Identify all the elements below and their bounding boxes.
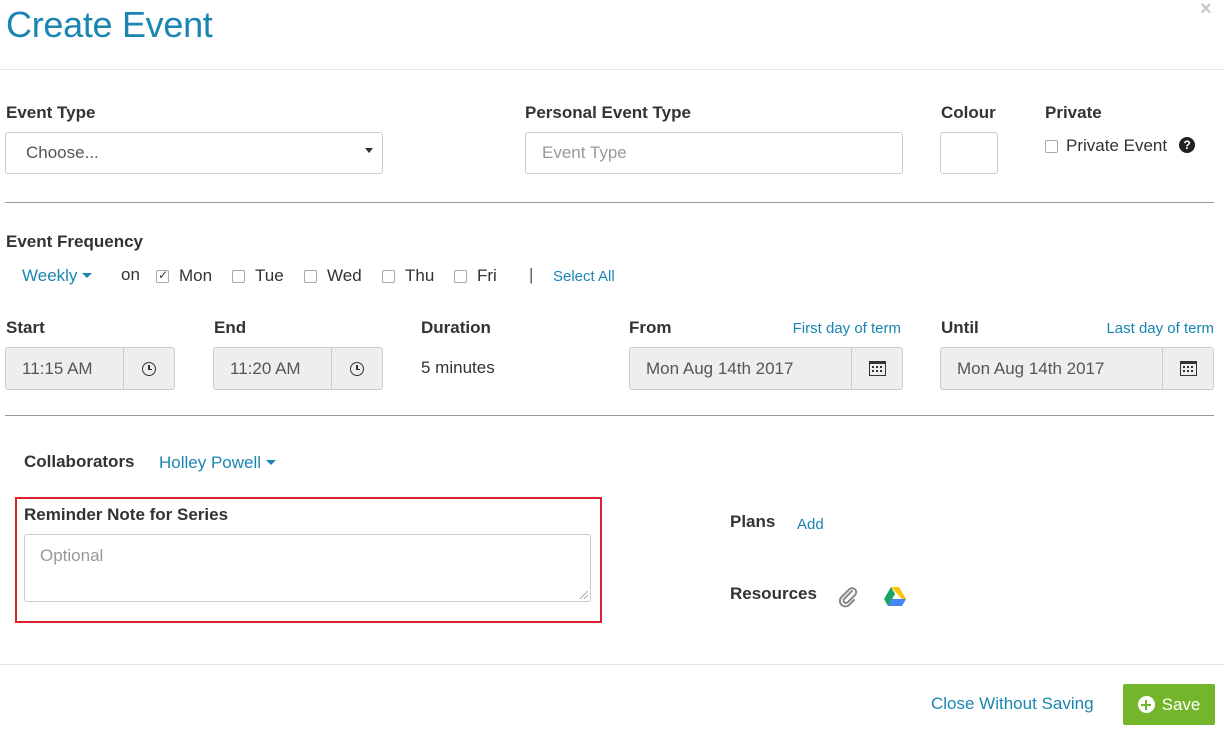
save-label: Save [1161, 694, 1201, 714]
day-checkbox-wed[interactable] [304, 269, 317, 283]
chevron-down-icon [266, 460, 277, 466]
end-time-value: 11:20 AM [230, 358, 301, 378]
from-date-input[interactable]: Mon Aug 14th 2017 [629, 347, 903, 390]
resources-label: Resources [730, 584, 817, 603]
collaborators-dropdown[interactable]: Holley Powell [159, 453, 277, 473]
first-day-of-term-link[interactable]: First day of term [793, 320, 901, 337]
day-option-thu[interactable]: Thu [382, 266, 434, 286]
chevron-down-icon [82, 273, 93, 279]
until-date-input[interactable]: Mon Aug 14th 2017 [940, 347, 1214, 390]
frequency-value: Weekly [22, 266, 78, 285]
frequency-dropdown[interactable]: Weekly [22, 266, 93, 286]
day-label: Tue [255, 266, 284, 285]
day-label: Thu [405, 266, 435, 285]
day-label: Mon [179, 266, 213, 285]
start-label: Start [6, 318, 45, 337]
end-clock-button[interactable] [331, 348, 382, 389]
start-clock-button[interactable] [123, 348, 174, 389]
duration-label: Duration [421, 318, 491, 337]
from-calendar-button[interactable] [851, 348, 902, 389]
reminder-placeholder: Optional [40, 546, 104, 565]
close-without-saving-link[interactable]: Close Without Saving [931, 694, 1094, 714]
day-option-tue[interactable]: Tue [232, 266, 284, 286]
section-divider-2 [5, 415, 1214, 416]
clock-icon [350, 361, 364, 376]
day-checkbox-fri[interactable] [454, 269, 467, 283]
section-divider-1 [5, 202, 1214, 203]
footer-divider [0, 664, 1224, 665]
calendar-icon [868, 361, 886, 376]
private-event-checkbox[interactable] [1045, 139, 1058, 153]
private-event-option: Private Event ? [1045, 136, 1196, 156]
end-time-input[interactable]: 11:20 AM [213, 347, 383, 390]
until-calendar-button[interactable] [1162, 348, 1213, 389]
frequency-separator: | [529, 265, 534, 284]
last-day-of-term-link[interactable]: Last day of term [1106, 320, 1214, 337]
colour-picker[interactable] [940, 132, 998, 174]
personal-event-type-input[interactable]: Event Type [525, 132, 903, 174]
reminder-textarea[interactable]: Optional [24, 534, 591, 602]
header-divider [0, 69, 1224, 70]
page-title: Create Event [6, 4, 213, 45]
private-label: Private [1045, 103, 1102, 122]
day-checkbox-tue[interactable] [232, 269, 245, 283]
until-label: Until [941, 318, 979, 337]
day-checkbox-mon[interactable] [156, 268, 169, 283]
event-type-value: Choose... [26, 143, 99, 162]
day-label: Fri [477, 266, 497, 285]
calendar-icon [1179, 361, 1197, 376]
close-icon[interactable]: × [1200, 0, 1212, 21]
chevron-down-icon [365, 148, 373, 153]
from-label: From [629, 318, 672, 337]
google-drive-icon[interactable] [884, 587, 906, 611]
paperclip-icon[interactable] [837, 586, 859, 613]
personal-event-type-label: Personal Event Type [525, 103, 691, 122]
day-option-mon[interactable]: Mon [156, 266, 212, 286]
day-checkbox-thu[interactable] [382, 269, 395, 283]
start-time-input[interactable]: 11:15 AM [5, 347, 175, 390]
from-date-value: Mon Aug 14th 2017 [646, 358, 794, 378]
select-all-link[interactable]: Select All [553, 268, 615, 285]
until-date-value: Mon Aug 14th 2017 [957, 358, 1105, 378]
end-label: End [214, 318, 247, 337]
day-label: Wed [327, 266, 362, 285]
event-type-select[interactable]: Choose... [5, 132, 383, 174]
start-time-value: 11:15 AM [22, 358, 93, 378]
question-circle-icon[interactable]: ? [1179, 136, 1196, 153]
day-option-wed[interactable]: Wed [304, 266, 362, 286]
personal-event-type-placeholder: Event Type [542, 143, 627, 162]
plans-add-link[interactable]: Add [797, 516, 824, 533]
collaborators-label: Collaborators [24, 452, 135, 471]
duration-value: 5 minutes [421, 358, 495, 377]
plus-circle-icon [1137, 696, 1155, 713]
resize-handle[interactable] [580, 591, 588, 599]
colour-label: Colour [941, 103, 996, 122]
event-type-label: Event Type [6, 103, 96, 122]
reminder-label: Reminder Note for Series [24, 505, 229, 524]
plans-label: Plans [730, 512, 776, 531]
event-frequency-label: Event Frequency [6, 232, 143, 251]
save-button[interactable]: Save [1123, 684, 1215, 725]
clock-icon [142, 361, 156, 376]
collaborators-value: Holley Powell [159, 453, 262, 472]
day-option-fri[interactable]: Fri [454, 266, 497, 286]
on-label: on [121, 265, 140, 284]
private-event-label: Private Event [1066, 136, 1168, 155]
